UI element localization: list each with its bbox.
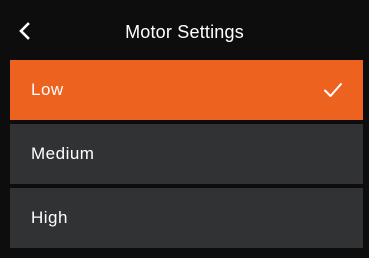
option-high[interactable]: High <box>10 188 363 248</box>
option-low[interactable]: Low <box>10 60 363 120</box>
header-bar: Motor Settings <box>0 0 369 60</box>
checkmark-icon <box>323 81 343 104</box>
option-medium[interactable]: Medium <box>10 124 363 184</box>
page-title: Motor Settings <box>125 22 244 42</box>
option-label-high: High <box>31 208 68 227</box>
option-label-medium: Medium <box>31 144 95 163</box>
option-label-low: Low <box>31 80 64 99</box>
